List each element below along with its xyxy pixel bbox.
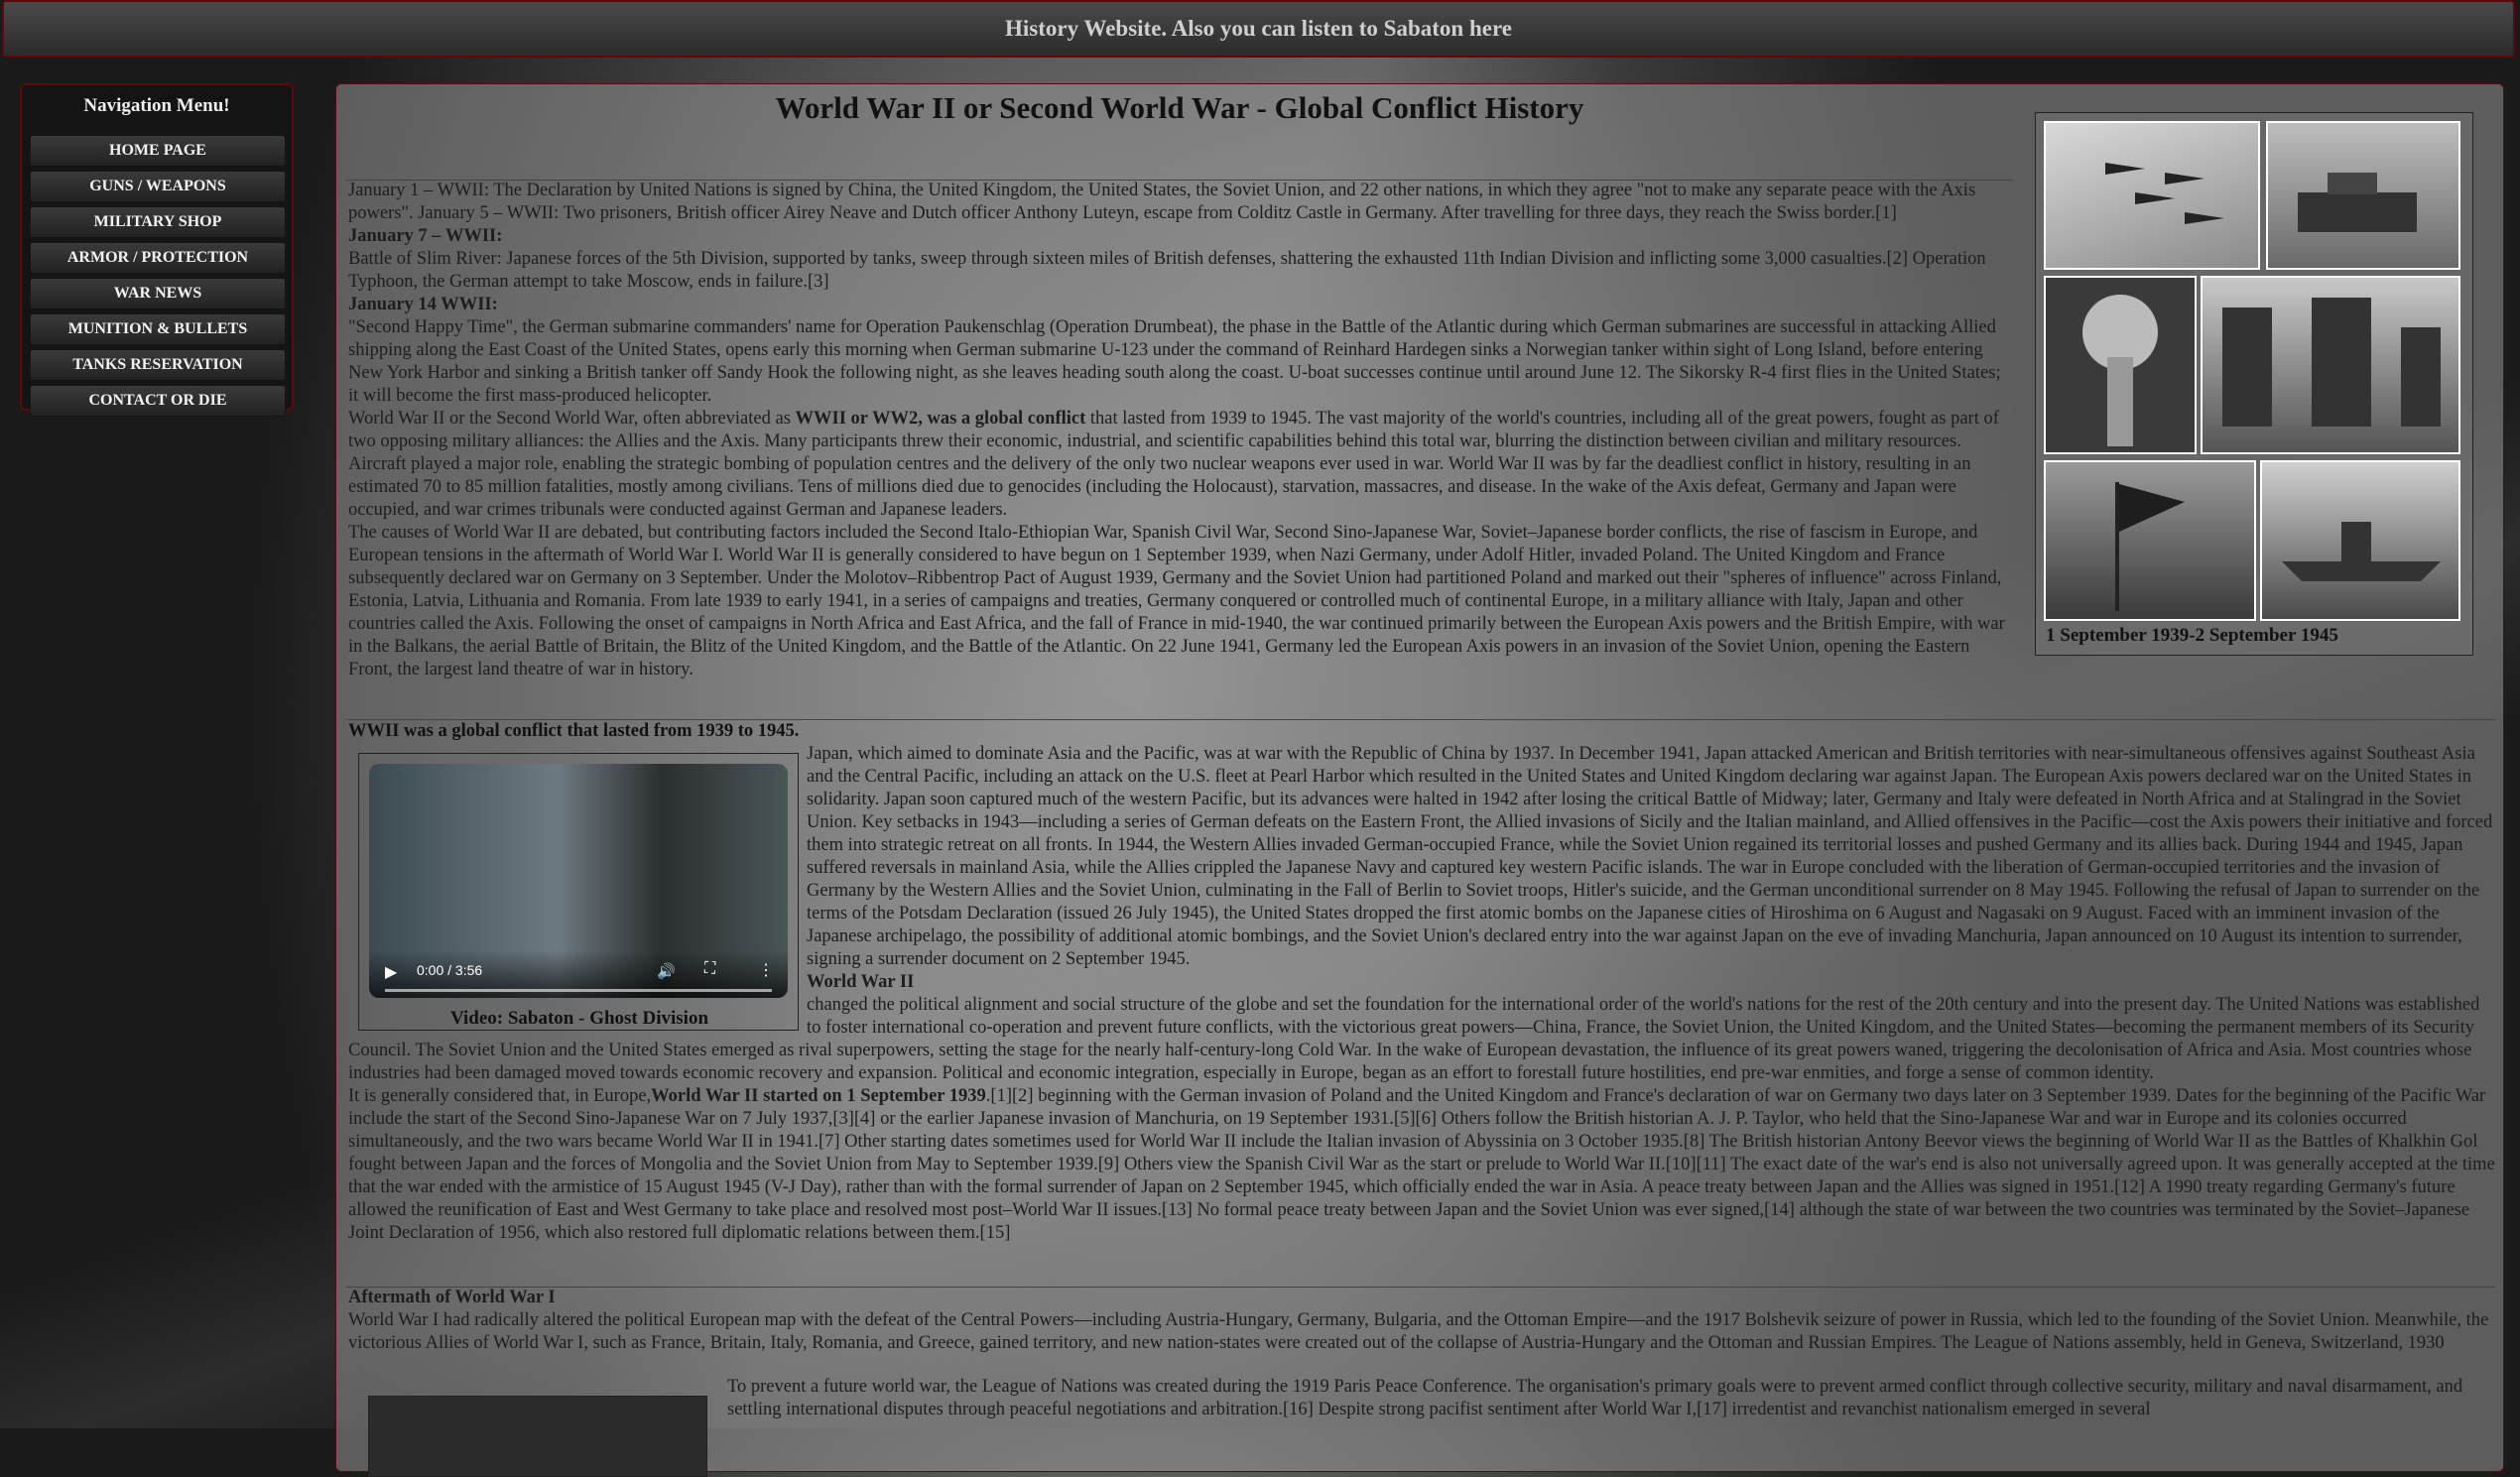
divider — [346, 719, 2495, 720]
volume-icon[interactable]: 🔊 — [657, 962, 676, 981]
paragraph: World War II or the Second World War, of… — [348, 409, 1999, 520]
section-subtitle: WWII was a global conflict that lasted f… — [348, 721, 800, 741]
nav-item-news[interactable]: WAR NEWS — [30, 278, 286, 309]
nav-item-guns[interactable]: GUNS / WEAPONS — [30, 171, 286, 202]
site-header: History Website. Also you can listen to … — [2, 0, 2515, 58]
photo-mushroom-cloud — [2044, 276, 2197, 454]
fullscreen-icon[interactable]: ⛶ — [704, 960, 715, 978]
play-icon[interactable]: ▶ — [385, 962, 397, 982]
ship-icon — [2282, 522, 2441, 581]
plane-icon — [2105, 163, 2224, 224]
nav-item-armor[interactable]: ARMOR / PROTECTION — [30, 242, 286, 274]
nav-item-munition[interactable]: MUNITION & BULLETS — [30, 313, 286, 345]
photo-gallery: 1 September 1939-2 September 1945 — [2035, 112, 2473, 656]
photo-battleship — [2260, 460, 2460, 621]
nav-title: Navigation Menu! — [83, 95, 230, 116]
video-caption: Video: Sabaton - Ghost Division — [449, 1008, 709, 1029]
more-options-icon[interactable]: ⋮ — [758, 960, 774, 980]
video-progress-bar[interactable] — [385, 989, 772, 992]
paragraph: Battle of Slim River: Japanese forces of… — [348, 249, 1986, 292]
video-time: 0:00 / 3:56 — [417, 962, 483, 978]
photo-flag — [2044, 460, 2256, 621]
video-player[interactable]: ▶ 0:00 / 3:56 🔊 ⛶ ⋮ — [369, 764, 788, 998]
paragraph: "Second Happy Time", the German submarin… — [348, 317, 2001, 406]
video-controls: ▶ 0:00 / 3:56 🔊 ⛶ ⋮ — [369, 950, 788, 998]
section-heading: World War II — [807, 972, 915, 992]
photo-ruins — [2201, 276, 2460, 454]
league-of-nations-photo — [368, 1396, 707, 1477]
section-heading: January 14 WWII: — [348, 295, 498, 314]
section-heading: January 7 – WWII: — [348, 226, 503, 246]
nav-item-contact[interactable]: CONTACT OR DIE — [30, 385, 286, 417]
navigation-menu: Navigation Menu! HOME PAGE GUNS / WEAPON… — [20, 83, 294, 417]
aftermath-section: Aftermath of World War I World War I had… — [348, 1287, 2497, 1355]
page-title: World War II or Second World War - Globa… — [775, 90, 1584, 125]
ruins-icon — [2222, 298, 2441, 427]
section-heading: Aftermath of World War I — [348, 1288, 556, 1307]
nav-item-tanks[interactable]: TANKS RESERVATION — [30, 349, 286, 381]
paragraph: World War I had radically altered the po… — [348, 1310, 2489, 1353]
tank-icon — [2298, 173, 2417, 232]
photo-tank — [2266, 121, 2460, 270]
paragraph: It is generally considered that, in Euro… — [348, 1086, 2495, 1243]
paragraph: The causes of World War II are debated, … — [348, 523, 2005, 679]
flag-icon — [2115, 482, 2185, 611]
main-content: World War II or Second World War - Globa… — [335, 83, 2504, 1477]
paragraph: To prevent a future world war, the Leagu… — [727, 1377, 2463, 1419]
site-header-title: History Website. Also you can listen to … — [1005, 16, 1512, 41]
explosion-icon — [2082, 295, 2158, 446]
paragraph: January 1 – WWII: The Declaration by Uni… — [348, 181, 1976, 223]
gallery-caption: 1 September 1939-2 September 1945 — [2046, 625, 2338, 646]
photo-planes — [2044, 121, 2260, 270]
nav-item-shop[interactable]: MILITARY SHOP — [30, 206, 286, 238]
video-container: ▶ 0:00 / 3:56 🔊 ⛶ ⋮ Video: Sabaton - Gho… — [358, 753, 799, 1031]
intro-text: January 1 – WWII: The Declaration by Uni… — [348, 180, 2015, 681]
nav-item-home[interactable]: HOME PAGE — [30, 135, 286, 167]
